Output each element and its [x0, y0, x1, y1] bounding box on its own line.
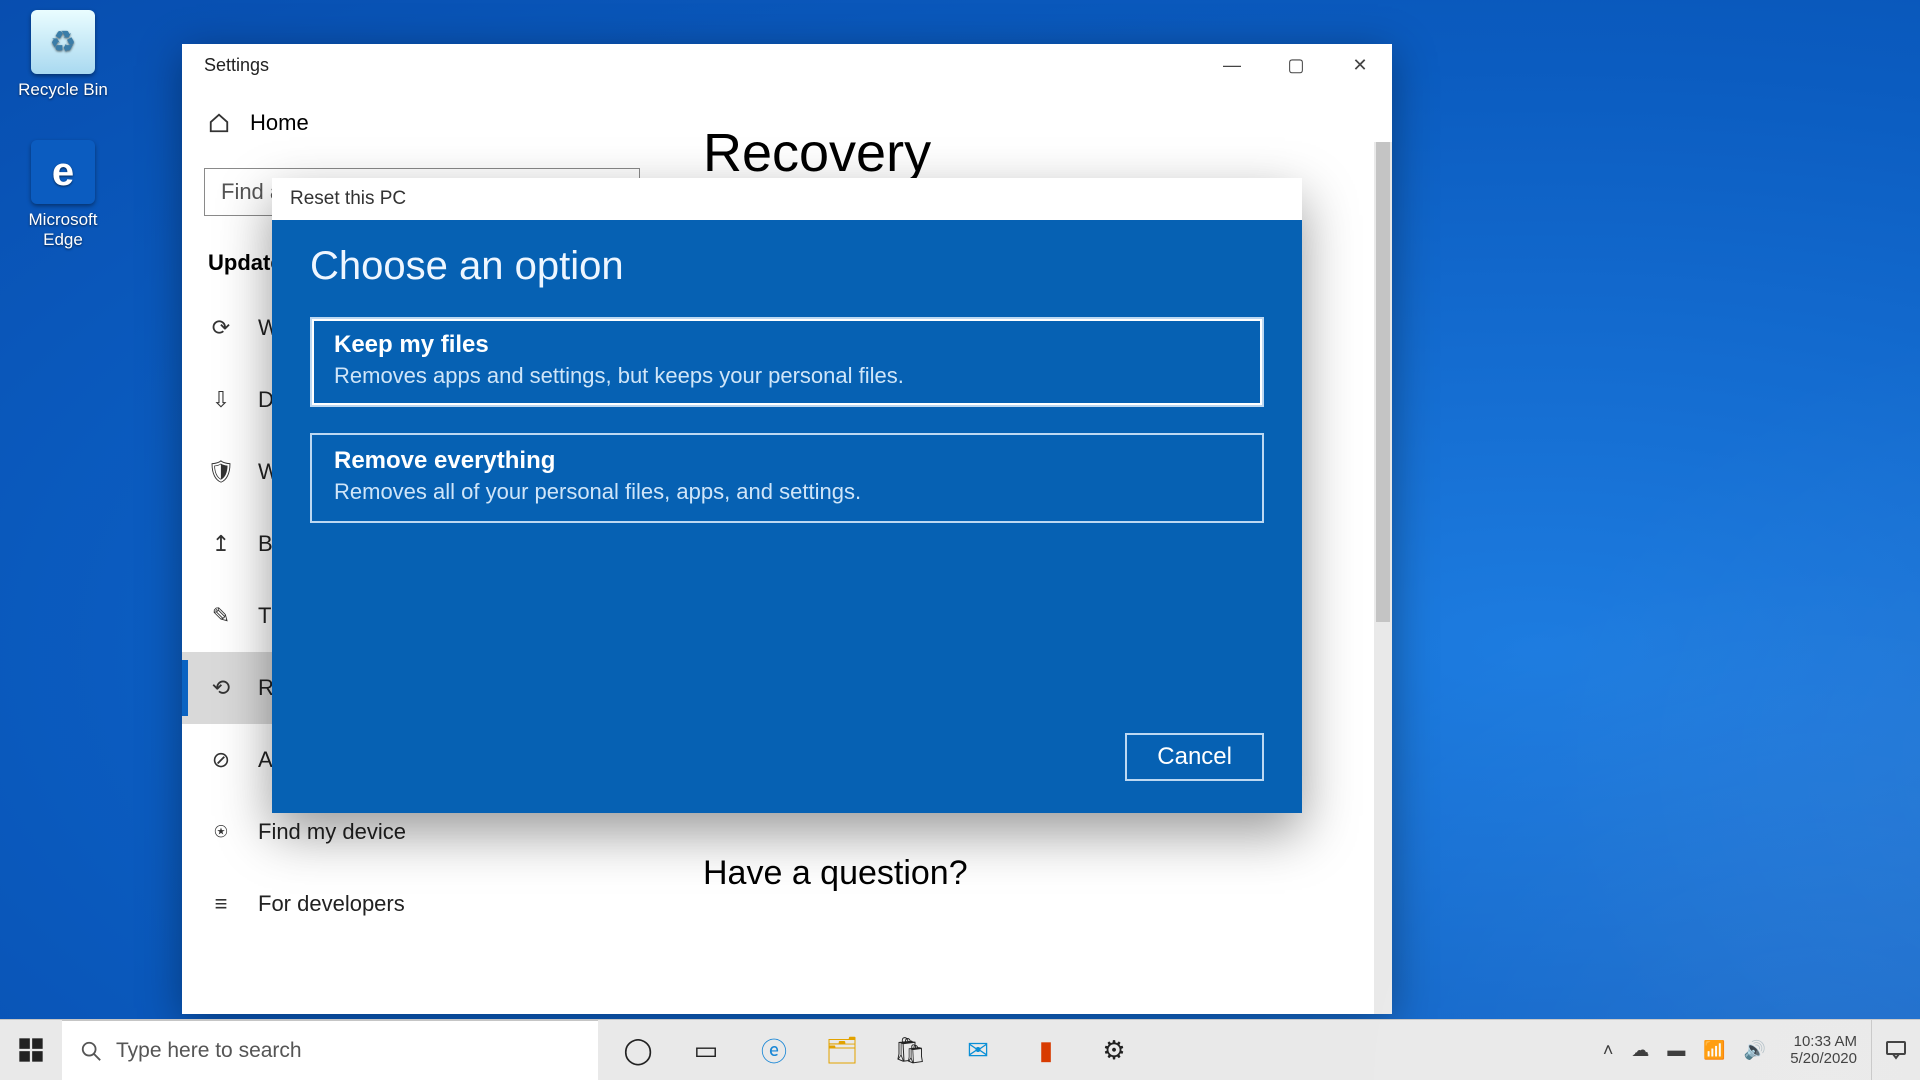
cortana-icon[interactable]: ◯: [618, 1030, 658, 1070]
scrollbar-thumb[interactable]: [1376, 142, 1390, 622]
close-button[interactable]: ✕: [1328, 44, 1392, 86]
action-center-button[interactable]: [1871, 1020, 1920, 1080]
page-title: Recovery: [703, 122, 1352, 184]
find-device-icon: ⍟: [208, 819, 234, 845]
window-title: Settings: [204, 55, 269, 76]
clock-time: 10:33 AM: [1794, 1033, 1857, 1050]
office-icon[interactable]: ▮: [1026, 1030, 1066, 1070]
option-remove-everything[interactable]: Remove everything Removes all of your pe…: [310, 433, 1264, 523]
minimize-button[interactable]: —: [1200, 44, 1264, 86]
desktop-icon-label: Microsoft Edge: [29, 210, 98, 249]
microsoft-store-icon[interactable]: 🛍: [890, 1030, 930, 1070]
recycle-bin-icon: [31, 10, 95, 74]
search-icon: [80, 1040, 102, 1062]
battery-icon[interactable]: ▬: [1667, 1040, 1685, 1061]
option-title: Remove everything: [334, 447, 1240, 475]
reset-this-pc-dialog: Reset this PC Choose an option Keep my f…: [272, 178, 1302, 813]
sidebar-item-label: Find my device: [258, 819, 406, 845]
sidebar-home-label: Home: [250, 110, 309, 136]
sidebar-item-label: For developers: [258, 891, 405, 917]
download-icon: ⇩: [208, 387, 234, 413]
desktop-icon-recycle-bin[interactable]: Recycle Bin: [8, 10, 118, 100]
onedrive-icon[interactable]: ☁: [1631, 1040, 1649, 1061]
settings-taskbar-icon[interactable]: ⚙: [1094, 1030, 1134, 1070]
option-title: Keep my files: [334, 331, 1240, 359]
home-icon: [208, 112, 230, 134]
backup-icon: ↥: [208, 531, 234, 557]
clock-date: 5/20/2020: [1790, 1050, 1857, 1067]
sync-icon: ⟳: [208, 315, 234, 341]
file-explorer-icon[interactable]: 🗂: [822, 1030, 862, 1070]
shield-icon: 🛡: [208, 459, 234, 485]
tray-overflow-icon[interactable]: ˄: [1603, 1040, 1614, 1061]
task-view-icon[interactable]: ▭: [686, 1030, 726, 1070]
sidebar-home[interactable]: Home: [182, 110, 662, 168]
option-keep-my-files[interactable]: Keep my files Removes apps and settings,…: [310, 317, 1264, 407]
developers-icon: ≡: [208, 891, 234, 917]
window-titlebar[interactable]: Settings — ▢ ✕: [182, 44, 1392, 86]
taskbar-search-placeholder: Type here to search: [116, 1039, 302, 1063]
taskbar-apps: ◯ ▭ ⓔ 🗂 🛍 ✉ ▮ ⚙: [598, 1020, 1595, 1080]
start-button[interactable]: [0, 1020, 62, 1080]
troubleshoot-icon: ✎: [208, 603, 234, 629]
dialog-heading: Choose an option: [310, 244, 1264, 289]
desktop-icon-microsoft-edge[interactable]: Microsoft Edge: [8, 140, 118, 250]
windows-logo-icon: [17, 1036, 45, 1064]
taskbar-search[interactable]: Type here to search: [62, 1020, 598, 1080]
edge-icon: [31, 140, 95, 204]
network-icon[interactable]: 📶: [1703, 1040, 1725, 1061]
volume-icon[interactable]: 🔊: [1744, 1040, 1766, 1061]
taskbar-clock[interactable]: 10:33 AM 5/20/2020: [1784, 1033, 1863, 1068]
desktop-icon-label: Recycle Bin: [18, 80, 108, 99]
mail-icon[interactable]: ✉: [958, 1030, 998, 1070]
edge-taskbar-icon[interactable]: ⓔ: [754, 1030, 794, 1070]
content-scrollbar[interactable]: [1374, 142, 1392, 1014]
maximize-button[interactable]: ▢: [1264, 44, 1328, 86]
taskbar: Type here to search ◯ ▭ ⓔ 🗂 🛍 ✉ ▮ ⚙ ˄ ☁ …: [0, 1019, 1920, 1080]
system-tray: ˄ ☁ ▬ 📶 🔊 10:33 AM 5/20/2020: [1595, 1020, 1871, 1080]
question-heading: Have a question?: [703, 854, 1352, 893]
dialog-title: Reset this PC: [272, 178, 1302, 220]
action-center-icon: [1884, 1038, 1908, 1062]
cancel-button[interactable]: Cancel: [1125, 733, 1264, 781]
desktop[interactable]: Recycle Bin Microsoft Edge Settings — ▢ …: [0, 0, 1920, 1080]
sidebar-item-for-developers[interactable]: ≡ For developers: [182, 868, 662, 940]
recovery-icon: ⟲: [208, 675, 234, 701]
activation-icon: ⊘: [208, 747, 234, 773]
option-desc: Removes all of your personal files, apps…: [334, 479, 1240, 505]
option-desc: Removes apps and settings, but keeps you…: [334, 363, 1240, 389]
